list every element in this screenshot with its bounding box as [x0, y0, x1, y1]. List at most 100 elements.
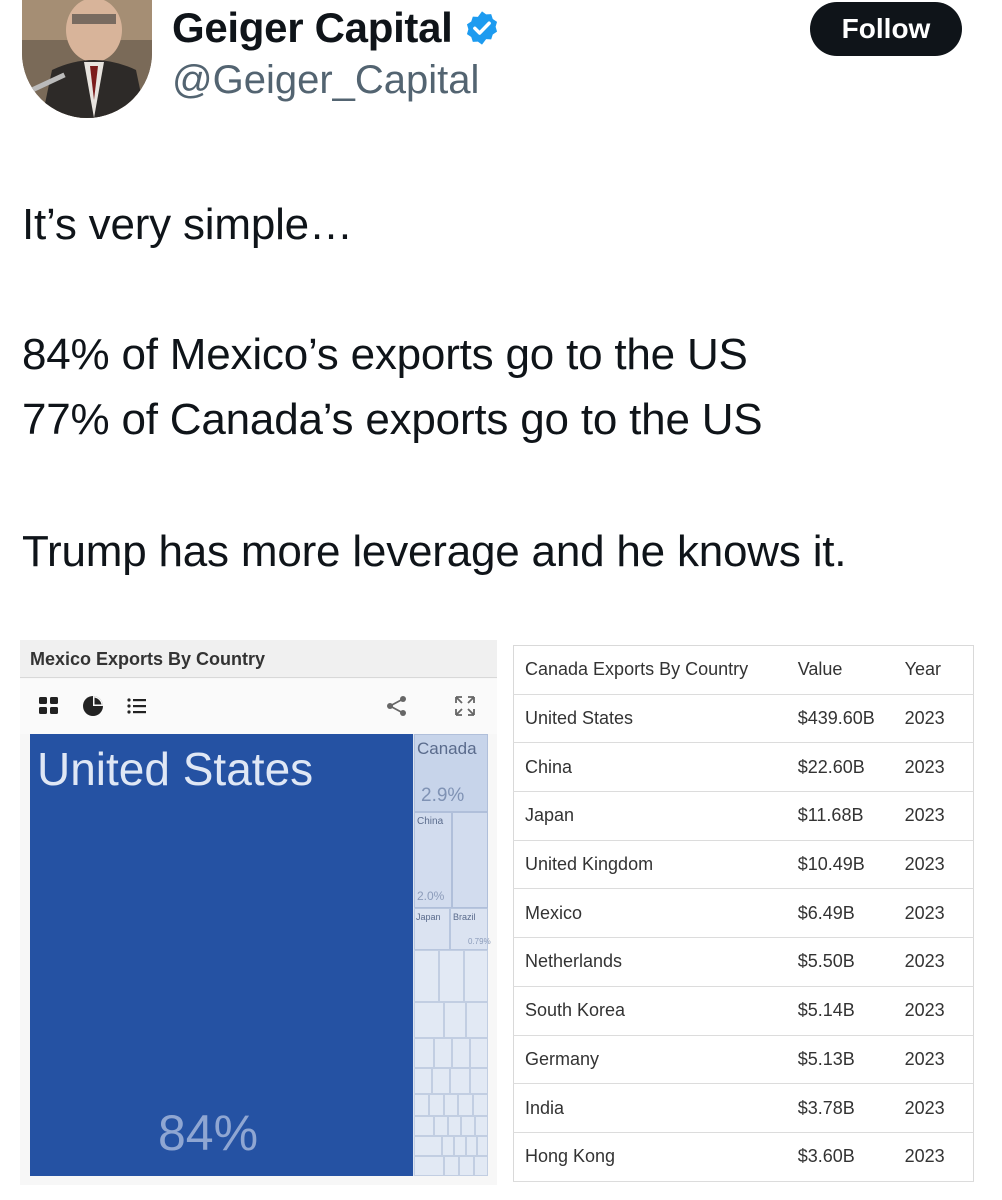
year-cell: 2023 — [904, 840, 974, 890]
panel-title: Mexico Exports By Country — [30, 649, 266, 669]
country-cell: Japan — [513, 791, 798, 841]
value-cell: $439.60B — [797, 694, 905, 744]
treemap-cell[interactable] — [461, 1116, 475, 1136]
panel-title-bar: Mexico Exports By Country — [20, 640, 497, 678]
country-cell: China — [513, 742, 798, 793]
treemap-cell[interactable] — [414, 1002, 444, 1038]
follow-button[interactable]: Follow — [810, 2, 962, 56]
country-cell: Hong Kong — [513, 1132, 798, 1182]
table-row: Germany $5.13B 2023 — [513, 1035, 974, 1085]
year-cell: 2023 — [904, 1035, 974, 1085]
expand-icon[interactable] — [452, 693, 478, 719]
treemap-cell[interactable] — [414, 950, 439, 1002]
grid-view-icon[interactable] — [36, 693, 62, 719]
treemap-cell[interactable] — [439, 950, 464, 1002]
year-cell: 2023 — [904, 1083, 974, 1133]
handle[interactable]: @Geiger_Capital — [172, 58, 479, 103]
treemap-cell[interactable] — [466, 1136, 477, 1156]
country-cell: Germany — [513, 1035, 798, 1085]
treemap-label: United States — [37, 743, 314, 795]
treemap-cell-japan[interactable]: Japan — [414, 908, 450, 950]
treemap-cell[interactable] — [434, 1116, 448, 1136]
treemap-cell[interactable] — [442, 1136, 454, 1156]
treemap-label: Canada — [417, 739, 477, 758]
treemap-cell[interactable] — [414, 1116, 434, 1136]
pie-chart-icon[interactable] — [80, 693, 106, 719]
treemap-cell[interactable] — [414, 1094, 429, 1116]
country-cell: United Kingdom — [513, 840, 798, 890]
treemap-cell-brazil[interactable]: Brazil 0.79% — [450, 908, 491, 950]
table-row: China $22.60B 2023 — [513, 742, 974, 793]
avatar[interactable] — [22, 0, 152, 118]
table-row: India $3.78B 2023 — [513, 1083, 974, 1133]
treemap-cell[interactable] — [444, 1156, 459, 1176]
list-view-icon[interactable] — [124, 693, 150, 719]
year-cell: 2023 — [904, 791, 974, 841]
chart-toolbar — [20, 679, 497, 734]
tweet-text-line: It’s very simple… — [22, 200, 353, 249]
year-cell: 2023 — [904, 986, 974, 1036]
treemap-cell[interactable] — [477, 1136, 488, 1156]
table-header-row: Canada Exports By Country Value Year — [513, 645, 974, 695]
country-cell: Netherlands — [513, 937, 798, 987]
table-row: South Korea $5.14B 2023 — [513, 986, 974, 1036]
verified-badge-icon — [466, 11, 497, 45]
treemap-cell-canada[interactable]: Canada 2.9% — [414, 734, 488, 812]
year-cell: 2023 — [904, 888, 974, 939]
treemap-value-label: 2.0% — [417, 889, 445, 903]
treemap-cell[interactable] — [475, 1116, 488, 1136]
treemap-cell[interactable] — [414, 1156, 444, 1176]
year-cell: 2023 — [904, 742, 974, 793]
tweet-text-line: Trump has more leverage and he knows it. — [22, 527, 847, 576]
display-name[interactable]: Geiger Capital — [172, 4, 453, 52]
treemap-cell[interactable] — [470, 1038, 488, 1068]
table-row: Japan $11.68B 2023 — [513, 791, 974, 841]
column-header: Year — [904, 645, 974, 695]
treemap-cell[interactable] — [454, 1136, 466, 1156]
value-cell: $5.14B — [797, 986, 905, 1036]
table-row: Hong Kong $3.60B 2023 — [513, 1132, 974, 1182]
treemap-cell[interactable] — [473, 1094, 488, 1116]
treemap-cell[interactable] — [414, 1068, 432, 1094]
treemap-cell-united-states[interactable]: United States 84% — [30, 734, 413, 1176]
treemap-cell[interactable] — [414, 1038, 434, 1068]
share-icon[interactable] — [384, 693, 410, 719]
avatar-photo — [22, 0, 152, 118]
treemap-cell[interactable] — [448, 1116, 461, 1136]
treemap-cell[interactable] — [466, 1002, 488, 1038]
treemap-cell[interactable] — [432, 1068, 450, 1094]
treemap-cell[interactable] — [464, 950, 488, 1002]
treemap-cell[interactable] — [459, 1156, 474, 1176]
treemap-cell[interactable] — [450, 1068, 470, 1094]
treemap-cell[interactable] — [458, 1094, 473, 1116]
treemap-cell[interactable] — [444, 1094, 458, 1116]
year-cell: 2023 — [904, 694, 974, 744]
treemap-value-label: 2.9% — [421, 785, 465, 806]
treemap-cell[interactable] — [452, 1038, 470, 1068]
value-cell: $10.49B — [797, 840, 905, 890]
column-header: Value — [797, 645, 905, 695]
treemap-cell[interactable] — [452, 812, 488, 908]
table-row: United Kingdom $10.49B 2023 — [513, 840, 974, 890]
country-cell: India — [513, 1083, 798, 1133]
value-cell: $6.49B — [797, 888, 905, 939]
table-row: Mexico $6.49B 2023 — [513, 888, 974, 939]
treemap-cell-china[interactable]: China 2.0% — [414, 812, 452, 908]
treemap-label: Japan — [416, 912, 441, 922]
name-row: Geiger Capital — [172, 4, 501, 52]
year-cell: 2023 — [904, 937, 974, 987]
treemap-cell[interactable] — [434, 1038, 452, 1068]
value-cell: $5.50B — [797, 937, 905, 987]
treemap-value-label: 84% — [158, 1105, 259, 1161]
treemap-cell[interactable] — [444, 1002, 466, 1038]
treemap-label: Brazil — [453, 912, 476, 922]
treemap-cell[interactable] — [414, 1136, 442, 1156]
mexico-exports-panel: Mexico Exports By Country United States … — [20, 640, 497, 1185]
treemap-cell[interactable] — [470, 1068, 488, 1094]
treemap-cell[interactable] — [474, 1156, 488, 1176]
mexico-exports-treemap: United States 84% Canada 2.9% China 2.0%… — [30, 734, 491, 1176]
value-cell: $3.78B — [797, 1083, 905, 1133]
country-cell: Mexico — [513, 888, 798, 939]
canada-exports-table: Canada Exports By Country Value Year Uni… — [513, 645, 974, 1182]
treemap-cell[interactable] — [429, 1094, 444, 1116]
